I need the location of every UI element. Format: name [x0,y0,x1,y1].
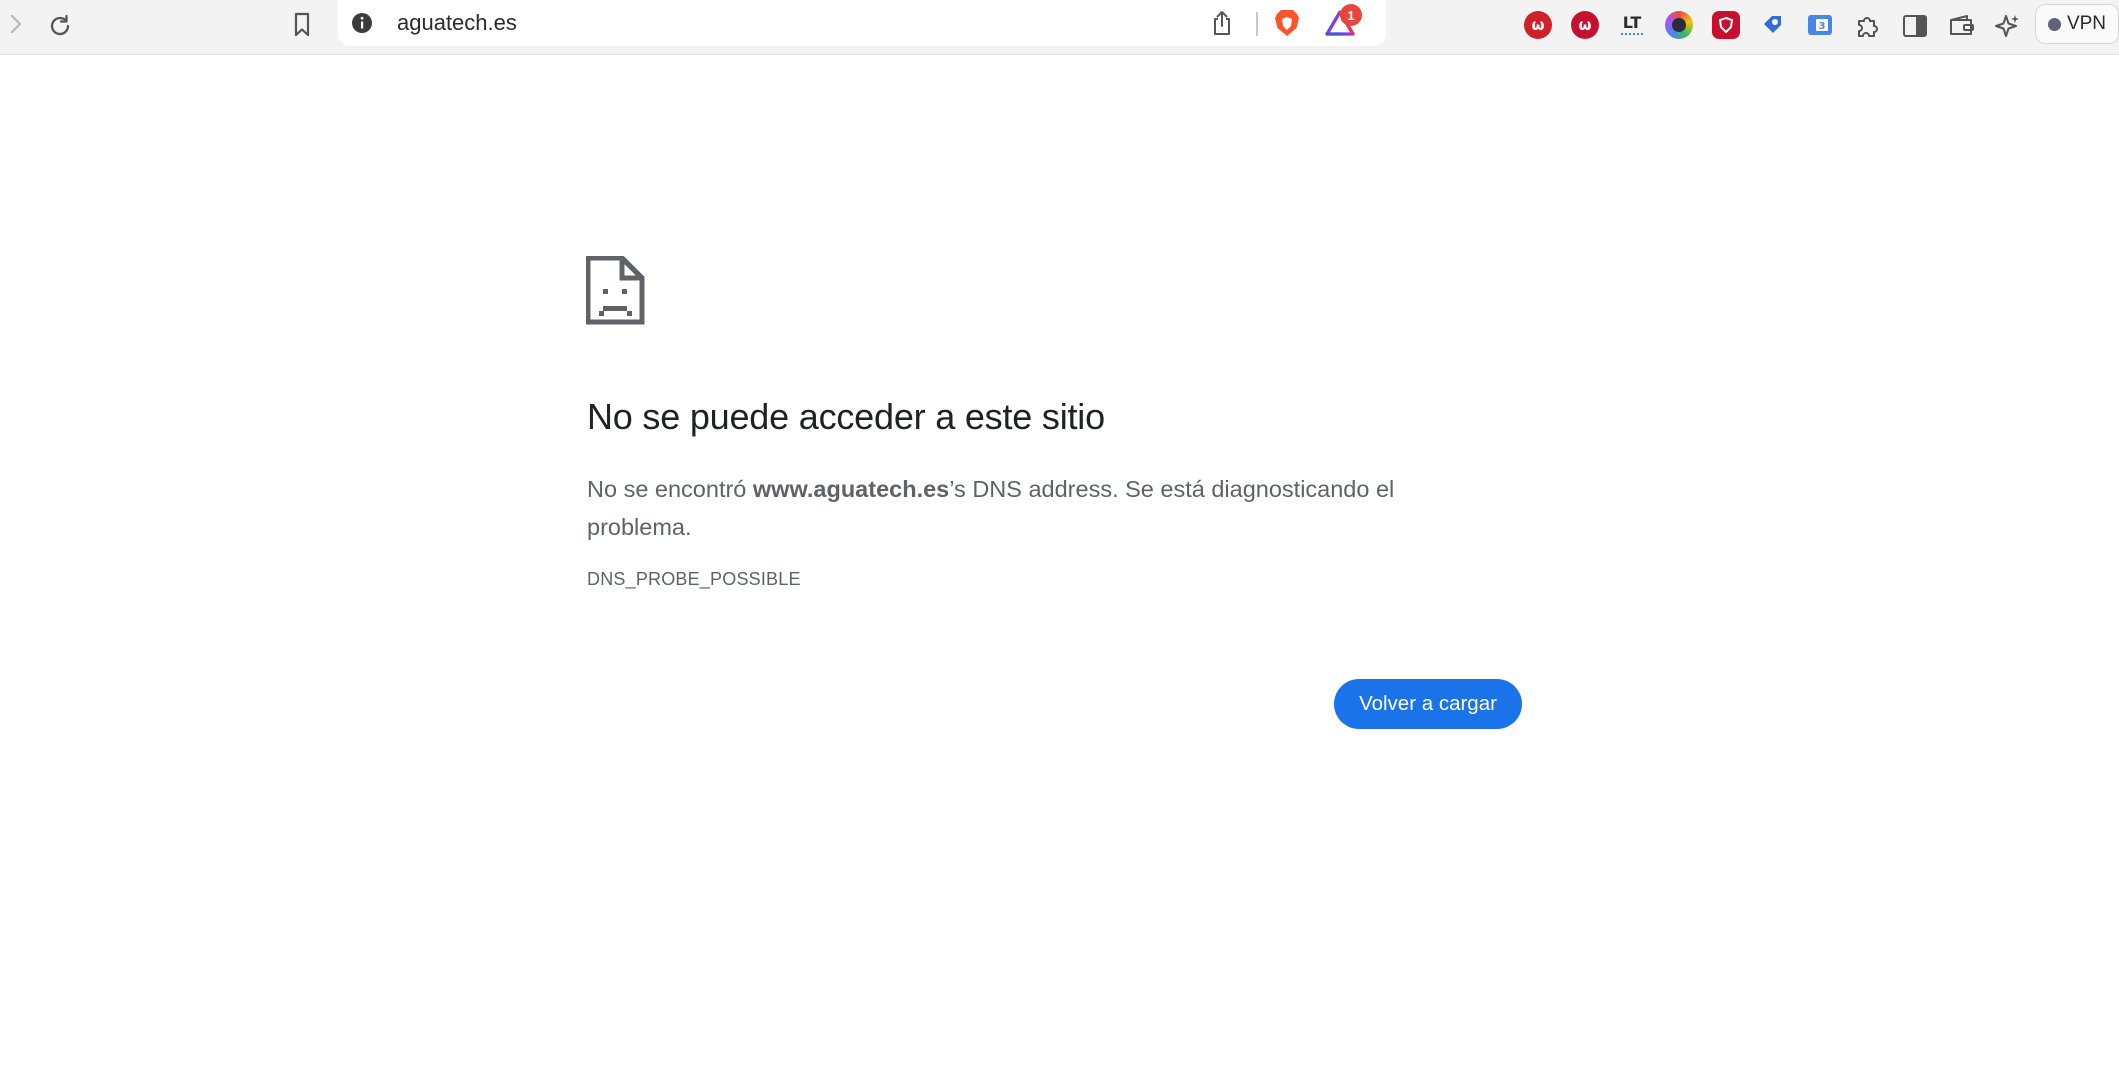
error-description: No se encontró www.aguatech.es’s DNS add… [587,470,1467,546]
error-code: DNS_PROBE_POSSIBLE [587,569,801,589]
sidebar-toggle-icon[interactable] [1899,10,1931,42]
extension-w-red-1-icon[interactable]: ω [1524,11,1552,39]
error-desc-prefix: No se encontró [587,476,753,502]
browser-toolbar: 1 aguatech.es ω ω LT 3 VPN [0,0,2119,55]
vpn-status-dot [2047,17,2061,31]
svg-text:3: 3 [1819,21,1826,32]
brave-shields-icon[interactable] [1271,7,1303,39]
extension-color-circle-icon[interactable] [1665,11,1693,39]
error-desc-host: www.aguatech.es [752,476,950,502]
leo-ai-icon[interactable] [1992,10,2024,42]
urlbar-divider [1256,12,1258,36]
vpn-button[interactable]: VPN [2035,4,2119,44]
extensions-puzzle-icon[interactable] [1852,10,1884,42]
url-text[interactable]: aguatech.es [397,10,517,36]
forward-icon[interactable] [4,12,28,36]
error-title: No se puede acceder a este sitio [587,396,1105,437]
site-info-icon[interactable] [350,11,374,35]
reload-icon[interactable] [44,10,76,42]
extension-languagetool-icon[interactable]: LT [1618,11,1646,39]
vpn-label: VPN [2066,13,2107,34]
rewards-badge: 1 [1340,4,1362,26]
extension-w-red-2-icon[interactable]: ω [1571,11,1599,39]
bookmark-icon[interactable] [288,10,316,40]
extension-tag-blue-icon[interactable] [1759,11,1787,39]
extension-reader-blue-icon[interactable]: 3 [1806,11,1834,39]
extension-shield-red-icon[interactable] [1712,11,1740,39]
share-icon[interactable] [1208,8,1236,38]
wallet-icon[interactable] [1946,10,1978,42]
sad-page-icon [585,255,646,326]
reload-button[interactable]: Volver a cargar [1334,679,1522,729]
